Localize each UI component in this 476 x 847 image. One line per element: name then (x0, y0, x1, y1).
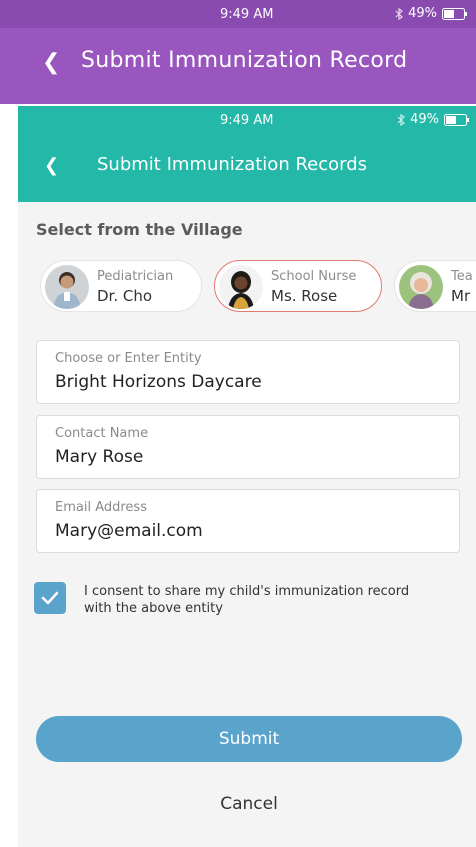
contact-name-field-value: Mary Rose (55, 447, 144, 467)
battery-percent: 49% (408, 6, 437, 21)
consent-checkbox[interactable] (34, 582, 66, 614)
battery-percent: 49% (410, 112, 439, 127)
consent-label: I consent to share my child's immunizati… (84, 584, 410, 616)
page-title: Submit Immunization Record (81, 48, 408, 73)
submit-button[interactable]: Submit (36, 716, 462, 762)
inner-screen: 9:49 AM 49% ❮ Submit Immunization Record… (18, 106, 476, 847)
status-battery-group: 49% (395, 6, 468, 21)
entity-field-value: Bright Horizons Daycare (55, 372, 262, 392)
email-field-label: Email Address (55, 500, 147, 515)
back-chevron-icon[interactable]: ❮ (44, 155, 59, 176)
village-contact-list: Pediatrician Dr. Cho School Nurse Ms. Ro… (36, 260, 476, 318)
email-field-value: Mary@email.com (55, 521, 203, 541)
outer-status-bar: 9:49 AM 49% (0, 0, 476, 28)
checkmark-icon (41, 591, 59, 605)
village-contact-teacher[interactable]: Tea Mr (394, 260, 476, 312)
village-section-label: Select from the Village (36, 220, 243, 239)
status-time: 9:49 AM (220, 113, 274, 128)
entity-field[interactable]: Choose or Enter Entity Bright Horizons D… (36, 340, 460, 404)
back-chevron-icon[interactable]: ❮ (42, 50, 60, 75)
status-battery-group: 49% (397, 112, 470, 127)
village-contact-pediatrician[interactable]: Pediatrician Dr. Cho (40, 260, 202, 312)
village-contact-school-nurse[interactable]: School Nurse Ms. Rose (214, 260, 382, 312)
inner-app-header: ❮ Submit Immunization Records (18, 134, 476, 202)
bluetooth-icon (397, 113, 406, 126)
avatar (45, 265, 89, 309)
avatar (219, 265, 263, 309)
contact-name-field-label: Contact Name (55, 426, 149, 441)
screen-title: Submit Immunization Records (97, 154, 368, 175)
contact-name: Mr (451, 287, 471, 305)
battery-icon (442, 7, 467, 20)
contact-name: Dr. Cho (97, 287, 153, 305)
contact-name: Ms. Rose (271, 287, 338, 305)
email-field[interactable]: Email Address Mary@email.com (36, 489, 460, 553)
battery-icon (444, 113, 469, 126)
outer-app-header: ❮ Submit Immunization Record (0, 28, 476, 104)
contact-role: Pediatrician (97, 269, 174, 284)
contact-role: School Nurse (271, 269, 357, 284)
contact-role: Tea (451, 269, 473, 284)
avatar (399, 265, 443, 309)
inner-status-bar: 9:49 AM 49% (18, 106, 476, 134)
bluetooth-icon (395, 7, 404, 20)
entity-field-label: Choose or Enter Entity (55, 351, 202, 366)
contact-name-field[interactable]: Contact Name Mary Rose (36, 415, 460, 479)
status-time: 9:49 AM (220, 7, 274, 22)
cancel-button[interactable]: Cancel (18, 794, 476, 814)
